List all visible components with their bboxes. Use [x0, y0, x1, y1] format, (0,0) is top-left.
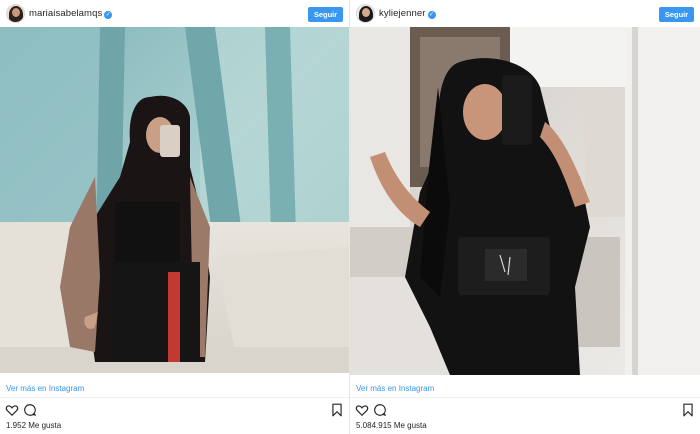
comment-icon[interactable]	[23, 403, 37, 417]
username-link[interactable]: mariaisabelamqs ✓	[29, 8, 113, 19]
divider	[0, 397, 349, 398]
instagram-embeds: mariaisabelamqs ✓ Seguir Ver más en Inst…	[0, 0, 700, 434]
post-header: kyliejenner ✓ Seguir	[350, 0, 700, 27]
divider	[350, 397, 700, 398]
likes-count: 5.084.915 Me gusta	[356, 421, 427, 430]
bookmark-icon[interactable]	[331, 403, 343, 417]
avatar[interactable]	[356, 4, 375, 23]
verified-badge-icon: ✓	[427, 11, 436, 19]
view-more-instagram-link[interactable]: Ver más en Instagram	[356, 384, 434, 393]
likes-count: 1.952 Me gusta	[6, 421, 62, 430]
instagram-post-card-right: kyliejenner ✓ Seguir Ver más en Instagra…	[350, 0, 700, 434]
avatar[interactable]	[6, 4, 25, 23]
instagram-post-card-left: mariaisabelamqs ✓ Seguir Ver más en Inst…	[0, 0, 349, 434]
post-photo[interactable]	[350, 27, 700, 375]
view-more-instagram-link[interactable]: Ver más en Instagram	[6, 384, 84, 393]
bookmark-icon[interactable]	[682, 403, 694, 417]
follow-button[interactable]: Seguir	[308, 7, 343, 22]
heart-icon[interactable]	[355, 403, 369, 417]
post-photo[interactable]	[0, 27, 349, 373]
post-actions	[0, 403, 349, 419]
verified-badge-icon: ✓	[104, 11, 113, 19]
follow-button[interactable]: Seguir	[659, 7, 694, 22]
post-actions	[350, 403, 700, 419]
post-header: mariaisabelamqs ✓ Seguir	[0, 0, 349, 27]
comment-icon[interactable]	[373, 403, 387, 417]
heart-icon[interactable]	[5, 403, 19, 417]
username-link[interactable]: kyliejenner ✓	[379, 8, 436, 19]
